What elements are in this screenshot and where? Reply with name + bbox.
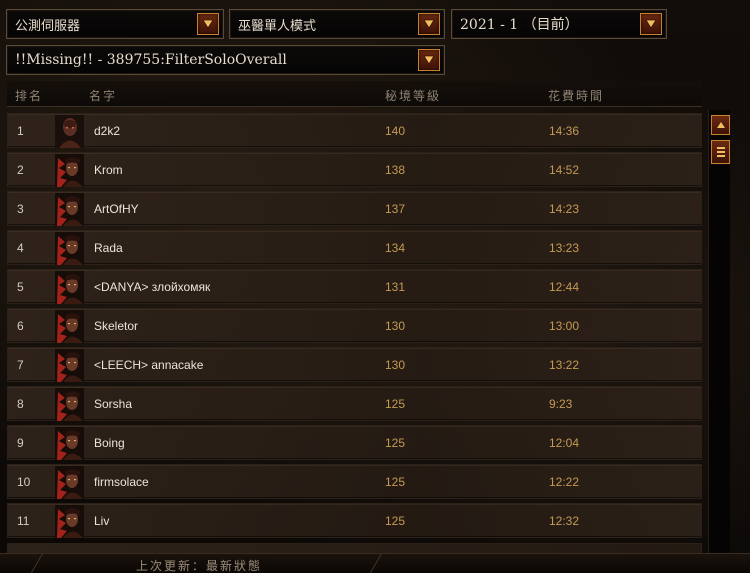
row-rank: 10 [17,475,31,489]
row-time-spent: 13:00 [549,319,580,333]
server-dropdown-value: 公測伺服器 [15,18,81,34]
row-rank: 4 [17,241,24,255]
column-header-time[interactable]: 花費時間 [548,87,604,104]
table-row[interactable]: 8 Sorsha 125 9:23 [7,386,702,421]
row-rift-level: 125 [385,514,406,528]
row-rift-level: 140 [385,124,406,138]
row-rift-level: 125 [385,436,406,450]
season-dropdown-value: 2021 - 1 （目前） [460,17,579,33]
last-updated-status: 上次更新：最新狀態 [136,559,263,573]
arrow-up-icon[interactable] [711,115,730,135]
row-time-spent: 13:22 [549,358,580,372]
table-row[interactable]: 4 Rada 134 13:23 [7,230,702,265]
server-dropdown[interactable]: 公測伺服器 [6,9,224,39]
scrollbar[interactable] [708,110,730,555]
table-row[interactable]: 6 Skeletor 130 13:00 [7,308,702,343]
row-rank: 6 [17,319,24,333]
row-time-spent: 12:22 [549,475,580,489]
table-header: 排名 名字 秘境等級 花費時間 [7,81,702,107]
row-player-name[interactable]: <LEECH> annacake [94,358,203,372]
row-rank: 11 [17,514,30,528]
row-time-spent: 12:32 [549,514,580,528]
row-rift-level: 131 [385,280,406,294]
table-row[interactable]: 5 <DANYA> злойхомяк 131 12:44 [7,269,702,304]
row-rank: 2 [17,163,24,177]
chevron-down-icon[interactable] [197,13,219,35]
row-player-name[interactable]: Liv [94,514,109,528]
row-rift-level: 137 [385,202,406,216]
avatar [55,271,84,304]
row-rift-level: 130 [385,358,406,372]
row-player-name[interactable]: Krom [94,163,123,177]
table-row[interactable]: 9 Boing 125 12:04 [7,425,702,460]
row-player-name[interactable]: Rada [94,241,123,255]
row-time-spent: 13:23 [549,241,580,255]
avatar [55,466,84,499]
table-row[interactable]: 11 Liv 125 12:32 [7,503,702,538]
row-rift-level: 125 [385,397,406,411]
avatar [55,154,84,187]
row-rank: 1 [17,124,24,138]
chevron-down-icon[interactable] [418,49,440,71]
mode-dropdown-value: 巫醫單人模式 [238,18,317,34]
row-player-name[interactable]: <DANYA> злойхомяк [94,280,210,294]
mode-dropdown[interactable]: 巫醫單人模式 [229,9,445,39]
category-dropdown[interactable]: !!Missing!! - 389755:FilterSoloOverall [6,45,445,75]
row-player-name[interactable]: firmsolace [94,475,149,489]
scroll-thumb-icon[interactable] [711,140,730,164]
row-rift-level: 134 [385,241,406,255]
row-rank: 9 [17,436,24,450]
row-rift-level: 138 [385,163,406,177]
row-rift-level: 125 [385,475,406,489]
table-row[interactable]: 3 ArtOfHY 137 14:23 [7,191,702,226]
row-rank: 7 [17,358,24,372]
row-rank: 5 [17,280,24,294]
row-time-spent: 14:52 [549,163,580,177]
row-time-spent: 14:36 [549,124,580,138]
row-rank: 3 [17,202,24,216]
avatar [55,115,84,148]
table-row[interactable]: 2 Krom 138 14:52 [7,152,702,187]
row-rift-level: 130 [385,319,406,333]
row-time-spent: 12:44 [549,280,580,294]
column-header-level[interactable]: 秘境等級 [385,87,441,104]
table-row[interactable]: 1 d2k2 140 14:36 [7,113,702,148]
category-dropdown-value: !!Missing!! - 389755:FilterSoloOverall [15,52,287,68]
row-player-name[interactable]: d2k2 [94,124,120,138]
row-player-name[interactable]: Boing [94,436,125,450]
table-row[interactable]: 7 <LEECH> annacake 130 13:22 [7,347,702,382]
status-bar: 上次更新：最新狀態 [0,553,750,573]
avatar [55,505,84,538]
column-header-name[interactable]: 名字 [89,87,117,104]
avatar [55,310,84,343]
row-time-spent: 9:23 [549,397,573,411]
avatar [55,232,84,265]
avatar [55,427,84,460]
chevron-down-icon[interactable] [640,13,662,35]
avatar [55,349,84,382]
avatar [55,193,84,226]
column-header-rank[interactable]: 排名 [15,87,43,104]
table-row[interactable]: 10 firmsolace 125 12:22 [7,464,702,499]
avatar [55,388,84,421]
season-dropdown[interactable]: 2021 - 1 （目前） [451,9,667,39]
row-player-name[interactable]: ArtOfHY [94,202,139,216]
row-player-name[interactable]: Sorsha [94,397,132,411]
row-player-name[interactable]: Skeletor [94,319,138,333]
row-time-spent: 12:04 [549,436,580,450]
chevron-down-icon[interactable] [418,13,440,35]
row-rank: 8 [17,397,24,411]
row-time-spent: 14:23 [549,202,580,216]
